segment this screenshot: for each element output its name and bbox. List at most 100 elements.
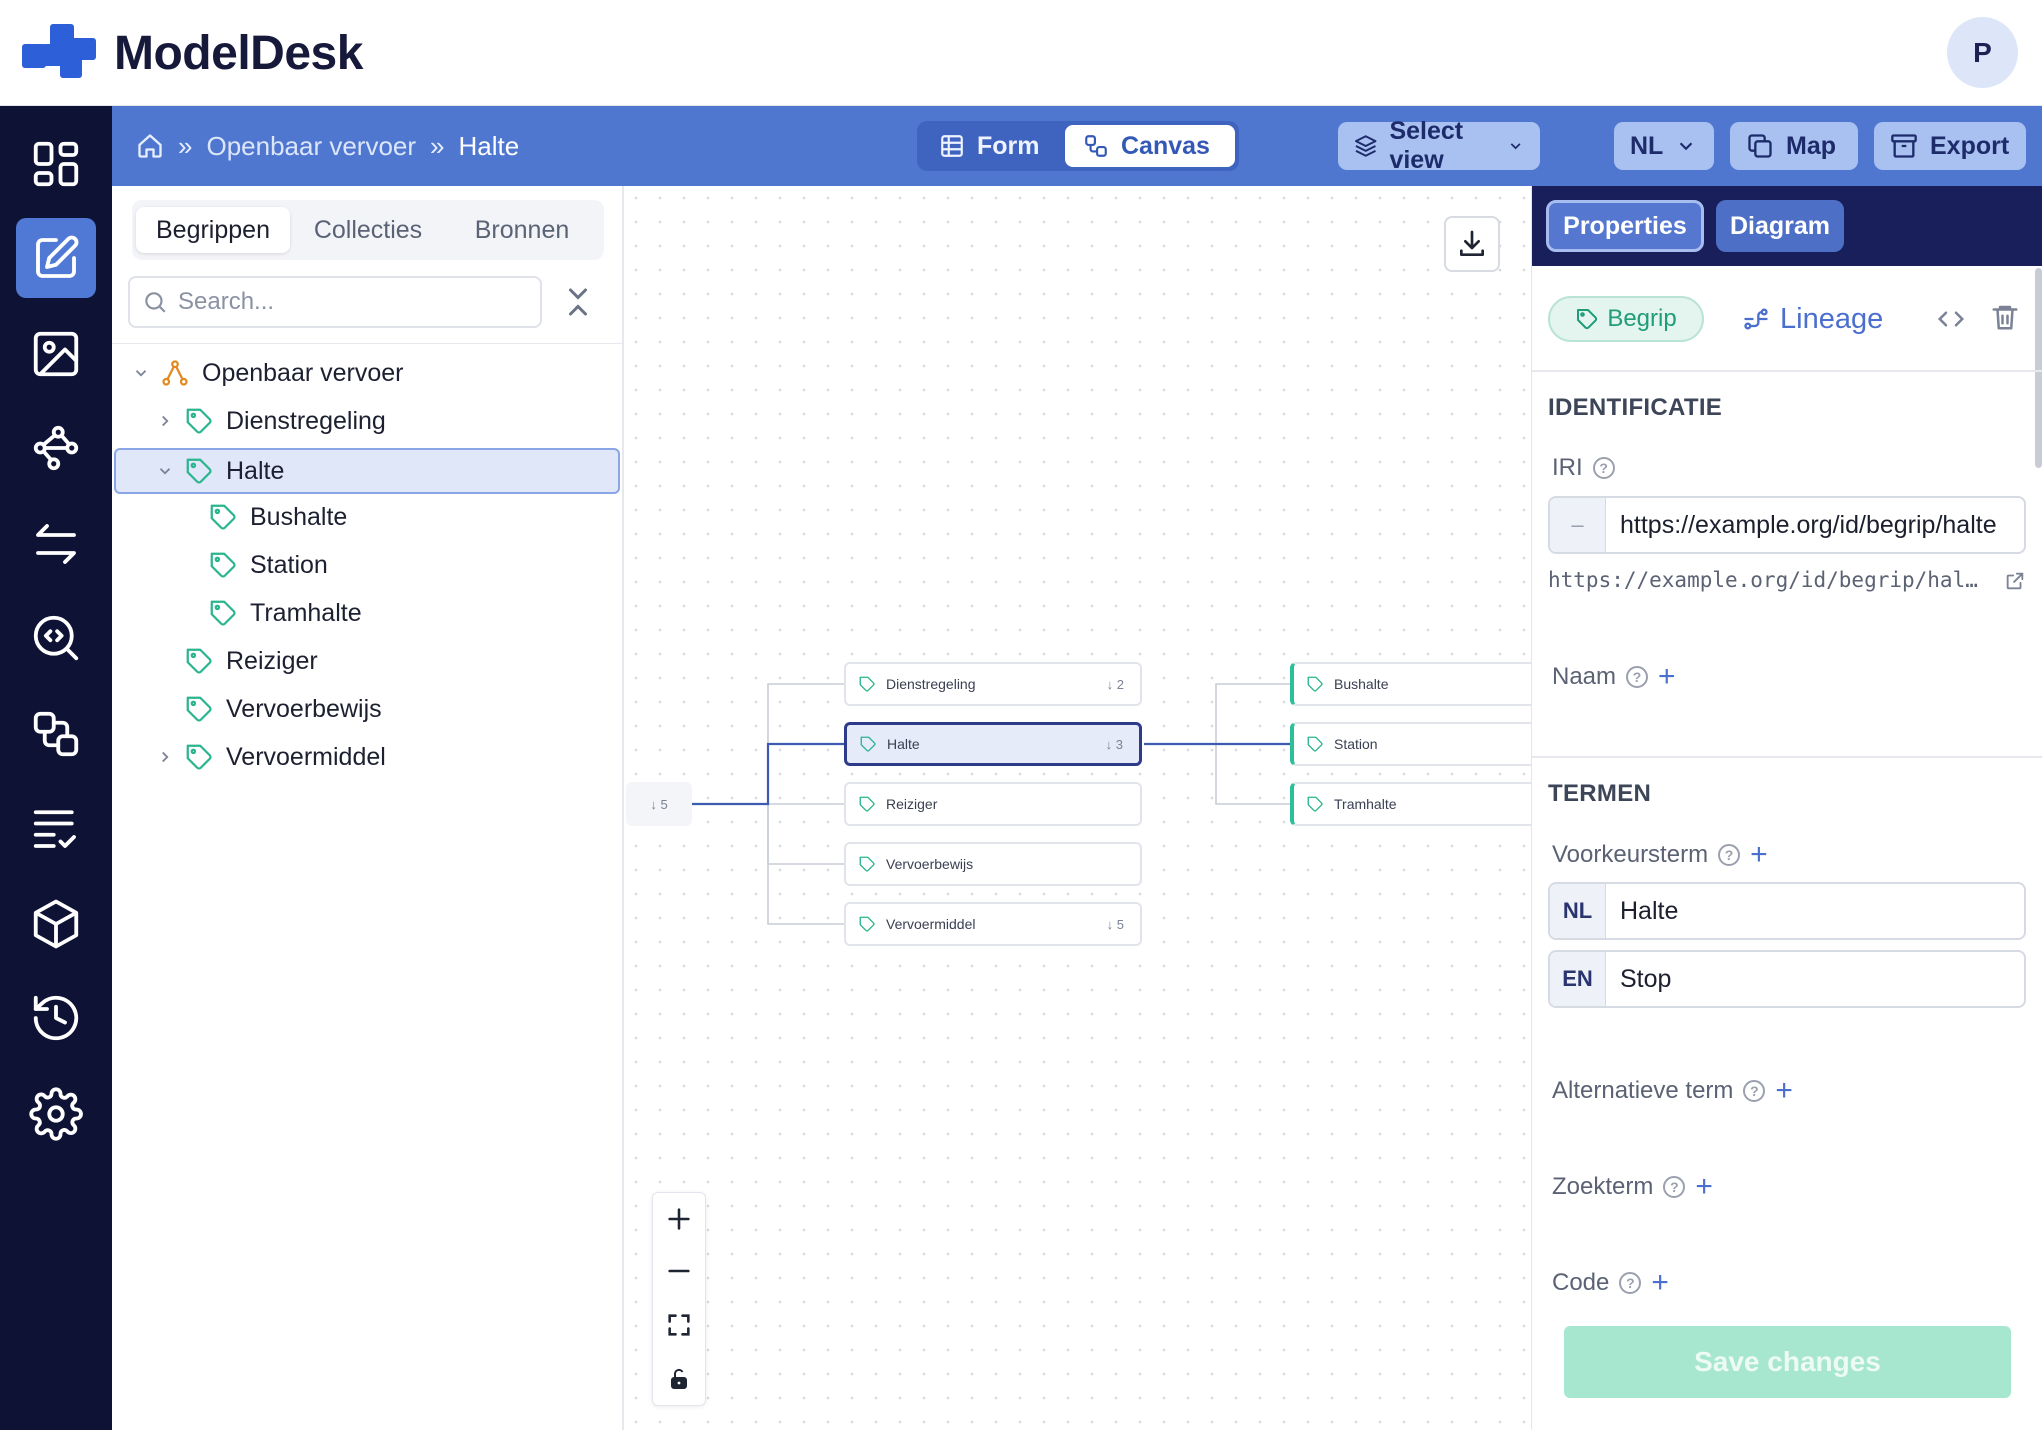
tree-label: Tramhalte (250, 598, 362, 627)
dashboard-icon[interactable] (16, 124, 96, 204)
help-icon[interactable]: ? (1663, 1176, 1686, 1198)
node-label: Halte (887, 736, 920, 752)
image-icon[interactable] (16, 314, 96, 394)
tree-item-tramhalte[interactable]: Tramhalte (208, 590, 608, 636)
diagram-canvas[interactable]: ↓ 5 Dienstregeling ↓ 2 Halte ↓ 3 Reizige… (624, 186, 1531, 1430)
diagram-node-dienstregeling[interactable]: Dienstregeling ↓ 2 (844, 662, 1142, 706)
tab-collecties[interactable]: Collecties (298, 207, 438, 253)
tab-diagram[interactable]: Diagram (1716, 200, 1844, 252)
tab-properties[interactable]: Properties (1546, 200, 1704, 252)
tag-icon (210, 600, 236, 626)
user-avatar[interactable]: P (1947, 17, 2018, 88)
code-label-text: Code (1552, 1269, 1610, 1296)
scrollbar[interactable] (2035, 268, 2042, 468)
chevron-down-icon[interactable] (154, 460, 176, 482)
external-link-icon[interactable] (2004, 570, 2026, 592)
alternatieve-term-label: Alternatieve term ? + (1552, 1076, 1793, 1106)
zoom-out-icon[interactable] (653, 1245, 705, 1297)
toolbar: » Openbaar vervoer » Halte Form Canvas S… (112, 106, 2042, 186)
voorkeursterm-input[interactable]: Stop (1606, 965, 1671, 994)
tree-item-station[interactable]: Station (208, 542, 608, 588)
tag-icon (859, 856, 875, 872)
zoom-in-icon[interactable] (653, 1193, 705, 1245)
tag-icon (1577, 309, 1598, 330)
lineage-button[interactable]: Lineage (1742, 298, 1883, 340)
history-icon[interactable] (16, 978, 96, 1058)
tree-item-vervoerbewijs[interactable]: Vervoerbewijs (184, 686, 608, 732)
chevron-right-icon[interactable] (154, 410, 176, 432)
export-button[interactable]: Export (1874, 122, 2026, 170)
voorkeursterm-en-field[interactable]: EN Stop (1548, 950, 2026, 1008)
trash-icon[interactable] (1990, 302, 2020, 332)
help-icon[interactable]: ? (1619, 1272, 1642, 1294)
canvas-mode-button[interactable]: Canvas (1065, 125, 1235, 167)
transfer-icon[interactable] (16, 504, 96, 584)
code-search-icon[interactable] (16, 598, 96, 678)
node-label: Vervoermiddel (886, 916, 976, 932)
graph-icon[interactable] (16, 408, 96, 488)
tag-icon (186, 696, 212, 722)
language-dropdown[interactable]: NL (1614, 122, 1714, 170)
diagram-node-reiziger[interactable]: Reiziger (844, 782, 1142, 826)
form-mode-button[interactable]: Form (921, 125, 1061, 167)
type-chip[interactable]: Begrip (1548, 296, 1704, 342)
iri-prefix[interactable]: – (1550, 498, 1606, 552)
home-icon[interactable] (136, 132, 164, 160)
help-icon[interactable]: ? (1626, 666, 1649, 688)
tree-item-bushalte[interactable]: Bushalte (208, 494, 608, 540)
map-button[interactable]: Map (1730, 122, 1858, 170)
save-changes-button[interactable]: Save changes (1564, 1326, 2011, 1398)
chevron-right-icon[interactable] (154, 746, 176, 768)
add-code-icon[interactable]: + (1651, 1268, 1669, 1298)
tree-label: Bushalte (250, 502, 348, 531)
diagram-node-bushalte[interactable]: Bushalte (1290, 662, 1531, 706)
tree-label: Vervoermiddel (226, 742, 386, 771)
search-input[interactable] (178, 288, 518, 316)
tree-item-dienstregeling[interactable]: Dienstregeling (154, 398, 610, 444)
diagram-node-tramhalte[interactable]: Tramhalte (1290, 782, 1531, 826)
language-badge: EN (1550, 952, 1606, 1006)
diagram-node-vervoermiddel[interactable]: Vervoermiddel ↓ 5 (844, 902, 1142, 946)
diagram-node-station[interactable]: Station (1290, 722, 1531, 766)
node-label: Tramhalte (1334, 796, 1397, 812)
breadcrumb-item[interactable]: Openbaar vervoer (206, 131, 416, 162)
root-node[interactable]: ↓ 5 (626, 782, 692, 826)
add-alternatieve-term-icon[interactable]: + (1775, 1076, 1793, 1106)
voorkeursterm-nl-field[interactable]: NL Halte (1548, 882, 2026, 940)
fit-view-icon[interactable] (653, 1299, 705, 1351)
tree-item-vervoermiddel[interactable]: Vervoermiddel (154, 734, 610, 780)
diagram-node-vervoerbewijs[interactable]: Vervoerbewijs (844, 842, 1142, 886)
tag-icon (186, 744, 212, 770)
add-zoekterm-icon[interactable]: + (1695, 1172, 1713, 1202)
edit-icon[interactable] (16, 218, 96, 298)
code-icon[interactable] (1936, 304, 1966, 334)
box-icon[interactable] (16, 884, 96, 964)
chevron-down-icon[interactable] (130, 362, 152, 384)
select-view-dropdown[interactable]: Select view (1338, 117, 1540, 174)
tab-begrippen[interactable]: Begrippen (136, 207, 290, 253)
diagram-node-halte[interactable]: Halte ↓ 3 (844, 722, 1142, 766)
tag-icon (859, 676, 875, 692)
tree-item-halte[interactable]: Halte (114, 448, 620, 494)
iri-field[interactable]: – https://example.org/id/begrip/halte (1548, 496, 2026, 554)
tree-label: Halte (226, 456, 285, 485)
lock-icon[interactable] (653, 1353, 705, 1405)
iri-link[interactable]: https://example.org/id/begrip/hal… (1548, 568, 1988, 592)
iri-input[interactable]: https://example.org/id/begrip/halte (1606, 511, 1997, 540)
side-rail (0, 106, 112, 1430)
checklist-icon[interactable] (16, 788, 96, 868)
tree-item-openbaar-vervoer[interactable]: Openbaar vervoer (130, 350, 610, 396)
tag-icon (186, 458, 212, 484)
add-voorkeursterm-icon[interactable]: + (1750, 840, 1768, 870)
settings-icon[interactable] (16, 1074, 96, 1154)
voorkeursterm-input[interactable]: Halte (1606, 897, 1678, 926)
section-title-identificatie: IDENTIFICATIE (1548, 394, 1723, 421)
tab-bronnen[interactable]: Bronnen (448, 207, 596, 253)
help-icon[interactable]: ? (1592, 457, 1615, 479)
collapse-all-icon[interactable] (560, 284, 596, 320)
tree-item-reiziger[interactable]: Reiziger (184, 638, 608, 684)
add-naam-icon[interactable]: + (1658, 662, 1676, 692)
shapes-icon[interactable] (16, 694, 96, 774)
help-icon[interactable]: ? (1718, 844, 1741, 866)
help-icon[interactable]: ? (1743, 1080, 1766, 1102)
